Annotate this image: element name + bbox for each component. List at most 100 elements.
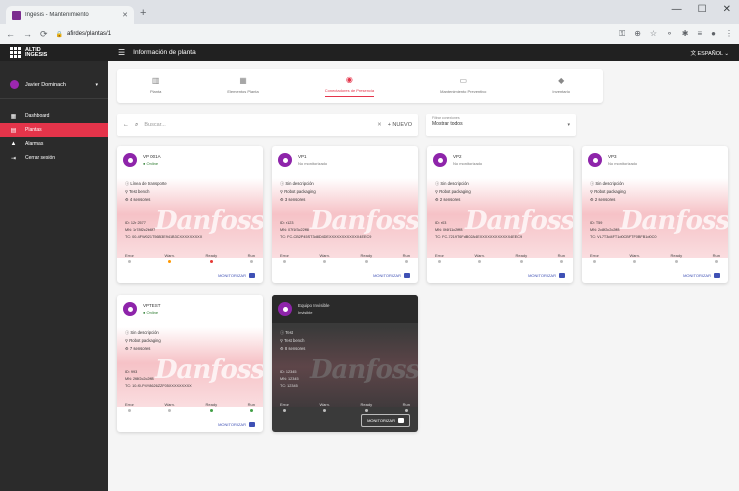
monitor-button[interactable]: MONITORIZAR: [361, 414, 410, 427]
maximize-button[interactable]: ☐: [698, 4, 707, 15]
menu-list-icon[interactable]: ≡: [697, 29, 702, 39]
state-label: Ready: [205, 402, 218, 407]
tab-planta[interactable]: ▥ Planta: [150, 76, 161, 97]
alarm-icon: ▲: [10, 141, 17, 147]
filter-row: ← ⌕ Buscar... ✕ + NUEVO Filtrar conexion…: [117, 114, 603, 136]
search-input[interactable]: Buscar...: [144, 122, 371, 128]
device-codes: ID: 12345 MN: 12345 TC: 12345: [280, 369, 299, 390]
device-card: Danfoss Equipo Invisible Invisible ⓘ Test ⚲ …: [272, 295, 418, 432]
zoom-icon[interactable]: ⊕: [634, 29, 641, 39]
device-card: Danfoss VP 001A ● Online ⓘ Línea de transpo…: [117, 146, 263, 283]
state-indicators: Error Warn. Ready Run: [280, 402, 410, 412]
status-badge: ● Online: [143, 161, 159, 166]
puzzle-icon[interactable]: ✱: [682, 29, 689, 39]
code-mac: MN: 1r78f2c2b6f7: [125, 228, 156, 232]
forward-nav-icon[interactable]: →: [23, 29, 32, 39]
device-name: VPTEST: [143, 303, 161, 308]
key-icon[interactable]: ⚿: [619, 29, 625, 39]
clear-icon[interactable]: ✕: [377, 122, 382, 128]
state-dot-icon: [282, 409, 286, 412]
state-dot-icon: [404, 260, 408, 263]
language-selector[interactable]: 文 ESPAÑOL ⌄: [690, 49, 729, 57]
state-label: Warn.: [629, 253, 640, 258]
device-card: Danfoss VP3 No monitorizado ⓘ Sin descripci…: [582, 146, 728, 283]
status-badge: No monitorizado: [608, 161, 638, 166]
avatar: [10, 80, 19, 89]
state-dot-icon: [714, 260, 718, 263]
back-icon[interactable]: ←: [123, 122, 129, 128]
code-mac: MN: 2c8f2c2c2ff8: [590, 228, 620, 232]
new-button[interactable]: + NUEVO: [388, 122, 412, 128]
monitor-button[interactable]: MONITORIZAR: [373, 273, 410, 278]
minimize-button[interactable]: —: [672, 4, 682, 15]
extension-icon[interactable]: ⚬: [666, 29, 673, 39]
new-tab-button[interactable]: +: [140, 7, 146, 19]
device-name: VP3: [608, 154, 617, 159]
state-ready: Ready: [206, 253, 217, 263]
tab-icon: ◉: [345, 75, 353, 84]
connection-filter-select[interactable]: Filtrar conexiones Mostrar todos ▾: [426, 114, 576, 136]
monitor-button[interactable]: MONITORIZAR: [218, 422, 255, 427]
info-line: ⚲ Robot packaging: [590, 189, 626, 195]
monitor-button[interactable]: MONITORIZAR: [218, 273, 255, 278]
tab-elementos-planta[interactable]: ▦ Elementos Planta: [227, 76, 258, 97]
status-badge: ● Online: [143, 310, 159, 315]
state-label: Warn.: [319, 402, 330, 407]
sidebar-item-label: Dashboard: [25, 113, 50, 119]
browser-window: Ingesis - Mantenimiento ✕ + — ☐ ✕ ← → ⟳ …: [0, 0, 739, 491]
code-tc: TC: FC-7219T6FdB02A4EXXXXXXXXXXXX4EEC9: [435, 235, 523, 239]
logo-mark-icon: [10, 47, 21, 58]
state-label: Error: [590, 253, 599, 258]
state-label: Error: [280, 402, 289, 407]
chevron-down-icon: ▾: [567, 122, 570, 128]
tab-inventario[interactable]: ◆ Inventario: [552, 76, 570, 97]
user-menu[interactable]: Javier Dominach ▾: [0, 71, 108, 99]
device-info: ⓘ Sin descripción ⚲ Robot packaging ⚙ 3 se…: [280, 180, 316, 205]
state-run: Run: [713, 253, 720, 263]
tab-icon: ◆: [558, 75, 565, 85]
menu-icon[interactable]: ☰: [118, 48, 125, 57]
tab-mantenimiento-preventivo[interactable]: ▭ Mantenimiento Preventivo: [440, 76, 486, 97]
state-label: Error: [125, 402, 134, 407]
state-indicators: Error Warn. Ready Run: [590, 253, 720, 263]
close-window-button[interactable]: ✕: [723, 4, 731, 15]
state-label: Ready: [670, 253, 683, 258]
sidebar-item-cerrar-sesión[interactable]: ⇥ Cerrar sesión: [0, 151, 108, 165]
reload-icon[interactable]: ⟳: [40, 29, 48, 40]
device-icon: [278, 302, 292, 316]
state-ready: Ready: [361, 402, 372, 412]
profile-icon[interactable]: ●: [711, 29, 716, 39]
kebab-menu-icon[interactable]: ⋮: [725, 29, 733, 39]
star-icon[interactable]: ☆: [650, 29, 657, 39]
state-dot-icon: [592, 260, 596, 263]
info-line: ⚙ 3 sensores: [280, 197, 306, 203]
device-name: VP1: [298, 154, 307, 159]
back-nav-icon[interactable]: ←: [6, 29, 15, 39]
monitor-button[interactable]: MONITORIZAR: [683, 273, 720, 278]
monitor-label: MONITORIZAR: [218, 273, 246, 278]
state-warn: Warn.: [164, 402, 175, 412]
main-content: ▥ Planta ▦ Elementos Planta ◉ Conectadores de…: [117, 69, 728, 432]
page-title: Información de planta: [133, 49, 196, 56]
browser-tab[interactable]: Ingesis - Mantenimiento ✕: [6, 6, 134, 24]
select-value: Mostrar todos: [432, 121, 463, 127]
card-head: VP3 No monitorizado: [588, 153, 637, 167]
tab-close-icon[interactable]: ✕: [122, 11, 128, 19]
monitor-button[interactable]: MONITORIZAR: [528, 273, 565, 278]
logo: ALTID INGESIS: [0, 47, 100, 58]
device-info: ⓘ Sin descripción ⚲ Robot packaging ⚙ 2 se…: [590, 180, 626, 205]
address-bar[interactable]: 🔒 afirdes/plantas/1: [55, 27, 612, 41]
tab-icon: ▥: [151, 75, 160, 85]
sidebar-item-dashboard[interactable]: ▦ Dashboard: [0, 109, 108, 123]
state-error: Error: [280, 253, 289, 263]
select-label: Filtrar conexiones: [432, 116, 460, 120]
state-warn: Warn.: [319, 402, 330, 412]
state-run: Run: [403, 402, 410, 412]
tab-conectadores-de-presencia[interactable]: ◉ Conectadores de Presencia: [324, 75, 375, 97]
info-line: ⚲ Robot packaging: [280, 189, 316, 195]
sidebar-item-alarmas[interactable]: ▲ Alarmas: [0, 137, 108, 151]
device-codes: ID: 993 MN: 2f8f2c2c2ff8 TC: 10-f0-P4Y8626…: [125, 369, 192, 390]
sidebar-item-plantas[interactable]: ▤ Plantas: [0, 123, 108, 137]
info-line: ⓘ Sin descripción: [280, 181, 314, 186]
search-icon: ⌕: [135, 121, 139, 128]
